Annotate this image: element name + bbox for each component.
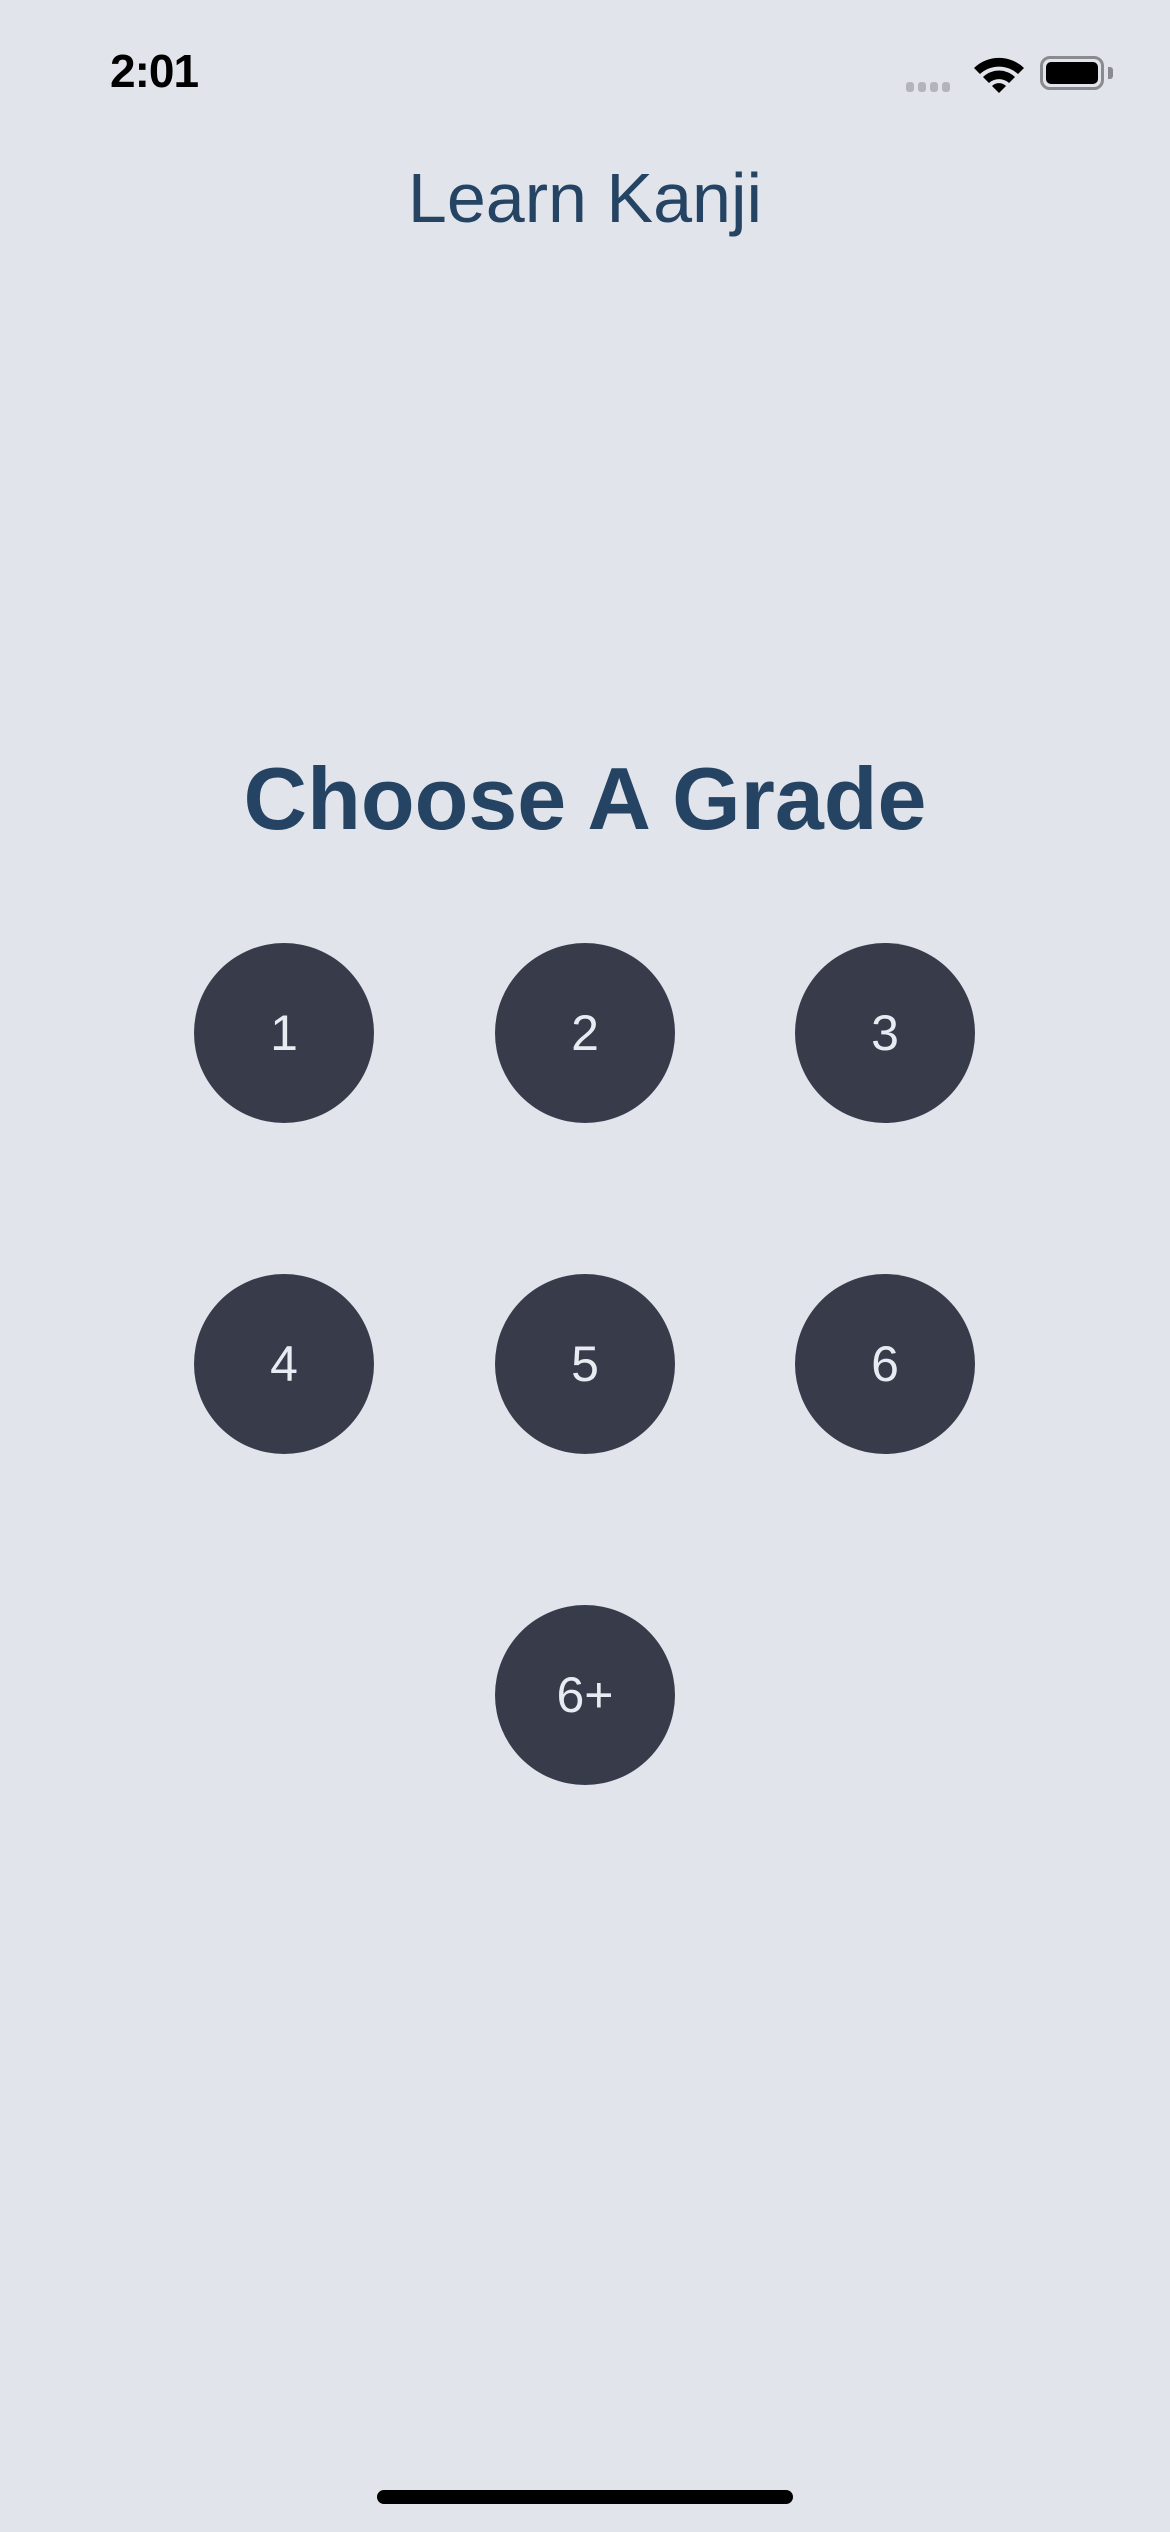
app-title: Learn Kanji — [407, 159, 763, 237]
home-indicator[interactable] — [377, 2490, 793, 2504]
grade-1-button[interactable]: 1 — [194, 943, 374, 1123]
cellular-signal-icon — [906, 82, 950, 92]
battery-nub — [1108, 67, 1113, 79]
grade-2-button[interactable]: 2 — [495, 943, 675, 1123]
page-heading: Choose A Grade — [243, 749, 927, 848]
grade-3-button[interactable]: 3 — [795, 943, 975, 1123]
grade-5-button[interactable]: 5 — [495, 1274, 675, 1454]
battery-icon — [1040, 56, 1104, 90]
grade-6-button[interactable]: 6 — [795, 1274, 975, 1454]
status-time: 2:01 — [110, 45, 199, 97]
grade-6-plus-button[interactable]: 6+ — [495, 1605, 675, 1785]
wifi-icon — [974, 57, 1024, 93]
grade-4-button[interactable]: 4 — [194, 1274, 374, 1454]
